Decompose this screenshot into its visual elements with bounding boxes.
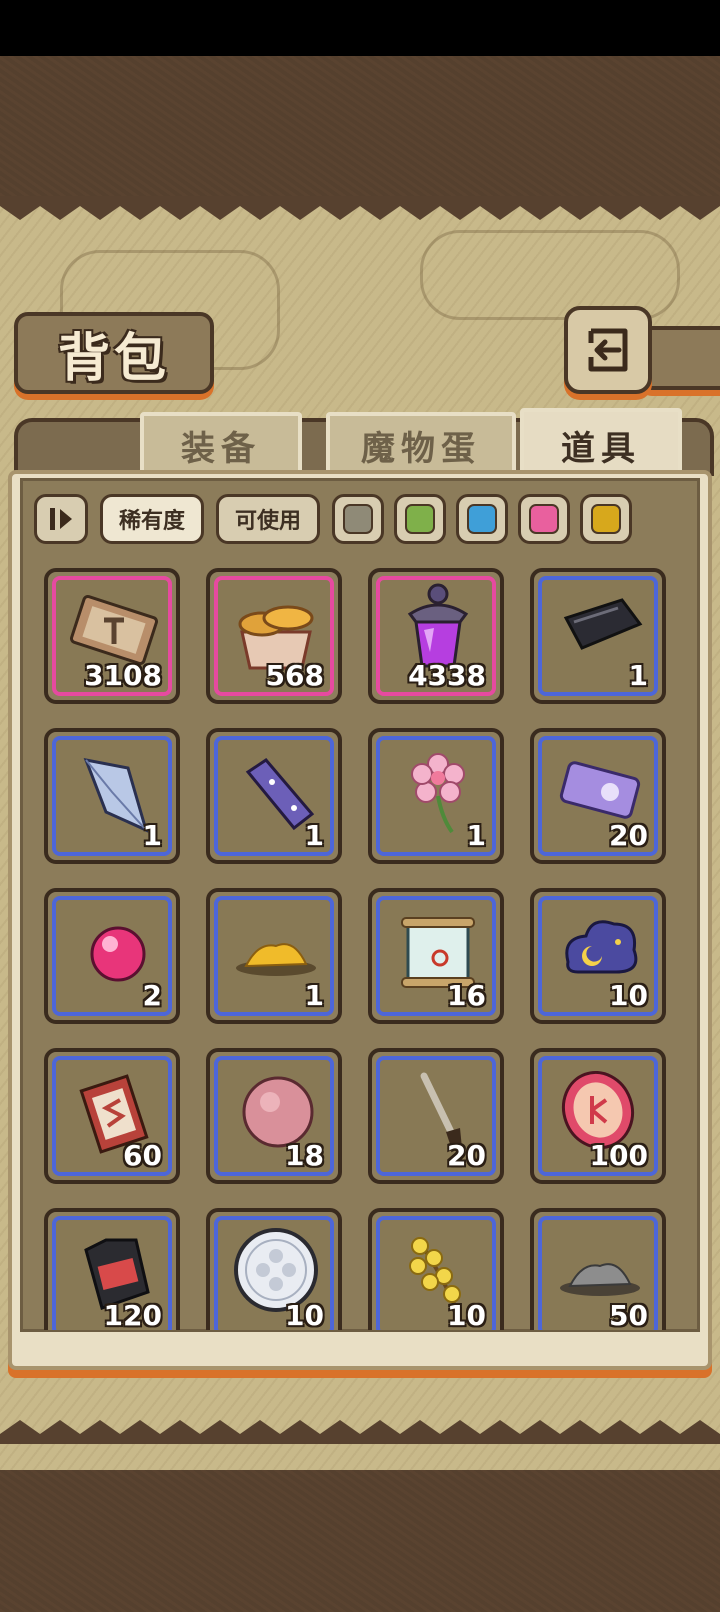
title-plate: 背包 [14,312,214,394]
item-slot[interactable]: 120 [44,1208,180,1330]
green-swatch [405,504,435,534]
gold-swatch [591,504,621,534]
usable-filter-label: 可使用 [234,509,301,534]
item-quantity: 1 [304,819,324,852]
tab-label: 道具 [561,428,641,469]
world-map-background-top [0,56,720,196]
item-slot[interactable]: 10 [368,1208,504,1330]
item-slot[interactable]: 20 [530,728,666,864]
back-button-extension [640,326,720,390]
item-slot[interactable]: 10 [530,888,666,1024]
item-quantity: 1 [142,819,162,852]
item-slot[interactable]: 4338 [368,568,504,704]
item-slot[interactable]: 1 [368,728,504,864]
item-slot[interactable]: 50 [530,1208,666,1330]
item-quantity: 4338 [408,659,486,692]
sort-toggle-button[interactable] [34,494,88,544]
color-filter-green[interactable] [394,494,446,544]
item-quantity: 1 [466,819,486,852]
color-filter-gold[interactable] [580,494,632,544]
item-slot[interactable]: 16 [368,888,504,1024]
item-quantity: 50 [609,1299,648,1330]
back-button[interactable] [564,306,652,394]
rarity-filter-label: 稀有度 [118,509,185,534]
item-quantity: 20 [609,819,648,852]
tab-monster-eggs[interactable]: 魔物蛋 [326,412,516,478]
page-title: 背包 [57,327,170,389]
tab-label: 魔物蛋 [361,428,481,469]
parchment-torn-edge-top [0,196,720,220]
item-slot[interactable]: 3108 [44,568,180,704]
item-slot[interactable]: 2 [44,888,180,1024]
item-quantity: 1 [628,659,648,692]
item-slot[interactable]: 1 [44,728,180,864]
parchment-torn-edge-bottom [0,1420,720,1444]
item-quantity: 1 [304,979,324,1012]
filter-row: 稀有度 可使用 [30,494,700,546]
status-bar [0,0,720,56]
item-quantity: 18 [285,1139,324,1172]
item-grid: 3108 568 4338 1 1 1 1 20 2 1 16 10 60 18… [40,562,680,1330]
item-quantity: 16 [447,979,486,1012]
item-quantity: 100 [589,1139,648,1172]
item-quantity: 3108 [84,659,162,692]
item-quantity: 20 [447,1139,486,1172]
pink-swatch [529,504,559,534]
item-quantity: 60 [123,1139,162,1172]
item-slot[interactable]: 1 [206,728,342,864]
color-filter-gray[interactable] [332,494,384,544]
item-slot[interactable]: 20 [368,1048,504,1184]
item-slot[interactable]: 18 [206,1048,342,1184]
item-quantity: 2 [142,979,162,1012]
item-slot[interactable]: 100 [530,1048,666,1184]
sort-toggle-icon [50,508,72,530]
color-filter-pink[interactable] [518,494,570,544]
rarity-filter-button[interactable]: 稀有度 [100,494,204,544]
item-quantity: 10 [609,979,648,1012]
tab-label: 装备 [181,428,261,469]
gray-swatch [343,504,373,534]
item-slot[interactable]: 1 [206,888,342,1024]
return-arrow-icon [588,328,628,372]
item-quantity: 10 [285,1299,324,1330]
color-filter-blue[interactable] [456,494,508,544]
blue-swatch [467,504,497,534]
tab-equipment[interactable]: 装备 [140,412,302,478]
usable-filter-button[interactable]: 可使用 [216,494,320,544]
item-quantity: 120 [103,1299,162,1330]
item-slot[interactable]: 10 [206,1208,342,1330]
item-quantity: 568 [265,659,324,692]
item-slot[interactable]: 568 [206,568,342,704]
item-slot[interactable]: 60 [44,1048,180,1184]
item-slot[interactable]: 1 [530,568,666,704]
world-map-background-bottom [0,1470,720,1612]
item-quantity: 10 [447,1299,486,1330]
